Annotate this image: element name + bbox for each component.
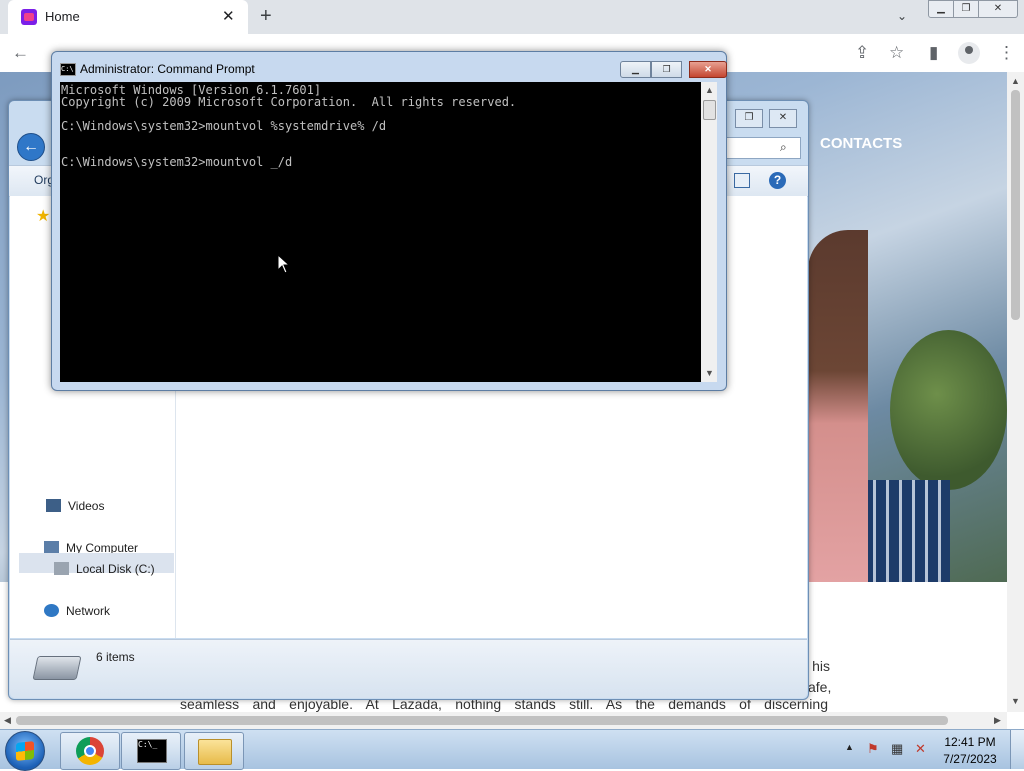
paragraph-fragment-1: his — [812, 658, 830, 674]
scroll-down-icon[interactable]: ▼ — [705, 368, 714, 378]
browser-close-button[interactable]: ✕ — [978, 0, 1018, 18]
clock-date[interactable]: 7/27/2023 — [940, 752, 1000, 766]
paragraph-fragment-2: afe, — [808, 679, 832, 695]
nav-item-local-disk[interactable]: Local Disk (C:) — [54, 562, 155, 576]
browser-tab-home[interactable]: Home ✕ — [8, 0, 248, 34]
explorer-restore-button[interactable]: ❐ — [735, 109, 763, 128]
menu-icon[interactable]: ⋮ — [998, 43, 1015, 63]
mouse-cursor-icon — [277, 254, 291, 274]
profile-icon[interactable] — [958, 42, 980, 64]
page-horizontal-scroll-thumb[interactable] — [16, 716, 948, 725]
page-horizontal-scrollbar[interactable]: ◀ ▶ — [0, 712, 1007, 729]
cmd-scroll-thumb[interactable] — [703, 100, 716, 120]
tab-close-icon[interactable]: ✕ — [222, 7, 235, 25]
site-favicon-icon — [21, 9, 37, 25]
console-line: C:\Windows\system32>mountvol %systemdriv… — [61, 119, 387, 133]
preview-pane-icon[interactable] — [734, 173, 750, 188]
help-icon[interactable]: ? — [769, 172, 786, 189]
cmd-icon: C:\_ — [137, 739, 167, 763]
hero-plant-decor — [890, 330, 1007, 490]
tab-search-chevron-icon[interactable]: ⌄ — [897, 9, 907, 23]
speaker-mute-icon[interactable]: ✕ — [915, 741, 930, 756]
cmd-minimize-button[interactable]: ▁ — [620, 61, 651, 78]
chrome-icon — [76, 737, 104, 765]
browser-tab-bar: Home ✕ + ⌄ ▁ ❐ ✕ — [0, 0, 1024, 34]
videos-icon — [46, 499, 61, 512]
action-center-flag-icon[interactable]: ⚑ — [867, 741, 882, 756]
command-prompt-window[interactable]: C:\ Administrator: Command Prompt ▁ ❐ ✕ … — [51, 51, 727, 391]
page-vertical-scroll-thumb[interactable] — [1011, 90, 1020, 320]
taskbar-explorer-button[interactable] — [184, 732, 244, 770]
cmd-window-title: Administrator: Command Prompt — [80, 62, 255, 76]
scroll-left-icon[interactable]: ◀ — [4, 715, 11, 726]
network-icon[interactable]: ▦ — [891, 741, 906, 756]
show-desktop-button[interactable] — [1010, 730, 1024, 769]
folder-icon — [198, 739, 232, 765]
share-icon[interactable]: ⇪ — [855, 43, 869, 63]
nav-item-label: Videos — [68, 499, 105, 513]
nav-item-label: Network — [66, 604, 111, 618]
start-button[interactable] — [5, 731, 45, 771]
hero-person-decor — [808, 230, 868, 582]
windows-taskbar: C:\_ ▲ ⚑ ▦ ✕ 12:41 PM 7/27/2023 — [0, 729, 1024, 771]
explorer-close-button[interactable]: ✕ — [769, 109, 797, 128]
cmd-maximize-button[interactable]: ❐ — [651, 61, 682, 78]
bookmark-star-icon[interactable]: ☆ — [889, 43, 904, 63]
website-paragraph-fragment: his afe, — [808, 656, 832, 698]
cmd-title-bar[interactable]: C:\ Administrator: Command Prompt ▁ ❐ ✕ — [52, 52, 727, 82]
console-input-line[interactable]: C:\Windows\system32>mountvol _/d — [61, 156, 292, 168]
new-tab-button[interactable]: + — [260, 5, 272, 28]
console-line: Copyright (c) 2009 Microsoft Corporation… — [61, 95, 517, 109]
items-count: 6 items — [96, 650, 135, 664]
scroll-right-icon[interactable]: ▶ — [994, 715, 1001, 726]
network-icon — [44, 604, 59, 617]
drive-icon — [32, 656, 82, 680]
show-hidden-icons-icon[interactable]: ▲ — [845, 742, 854, 752]
search-icon[interactable]: ⌕ — [780, 140, 787, 155]
page-vertical-scrollbar[interactable]: ▲ ▼ — [1007, 72, 1024, 712]
drive-icon — [54, 562, 69, 575]
browser-restore-button[interactable]: ❐ — [953, 0, 979, 18]
cmd-icon: C:\ — [60, 63, 76, 76]
cmd-vertical-scrollbar[interactable]: ▲ ▼ — [701, 82, 717, 382]
cmd-close-button[interactable]: ✕ — [689, 61, 727, 78]
scroll-up-icon[interactable]: ▲ — [1011, 76, 1020, 86]
back-icon[interactable]: ← — [12, 43, 29, 63]
taskbar-cmd-button[interactable]: C:\_ — [121, 732, 181, 770]
favorites-star-icon[interactable]: ★ — [36, 206, 50, 226]
nav-item-network[interactable]: Network — [44, 604, 111, 618]
nav-link-contacts[interactable]: CONTACTS — [820, 135, 902, 152]
taskbar-chrome-button[interactable] — [60, 732, 120, 770]
browser-minimize-button[interactable]: ▁ — [928, 0, 954, 18]
nav-item-label: Local Disk (C:) — [76, 562, 155, 576]
cmd-console[interactable]: Microsoft Windows [Version 6.1.7601] Cop… — [60, 82, 701, 382]
explorer-back-button[interactable]: ← — [17, 133, 45, 161]
scroll-up-icon[interactable]: ▲ — [705, 85, 714, 95]
clock-time[interactable]: 12:41 PM — [940, 735, 1000, 749]
side-panel-icon[interactable]: ▮ — [929, 43, 938, 63]
nav-item-videos[interactable]: Videos — [46, 499, 105, 513]
windows-logo-icon — [16, 741, 34, 761]
explorer-details-pane: 6 items — [10, 639, 807, 698]
scroll-down-icon[interactable]: ▼ — [1011, 696, 1020, 706]
tab-title: Home — [45, 9, 80, 24]
